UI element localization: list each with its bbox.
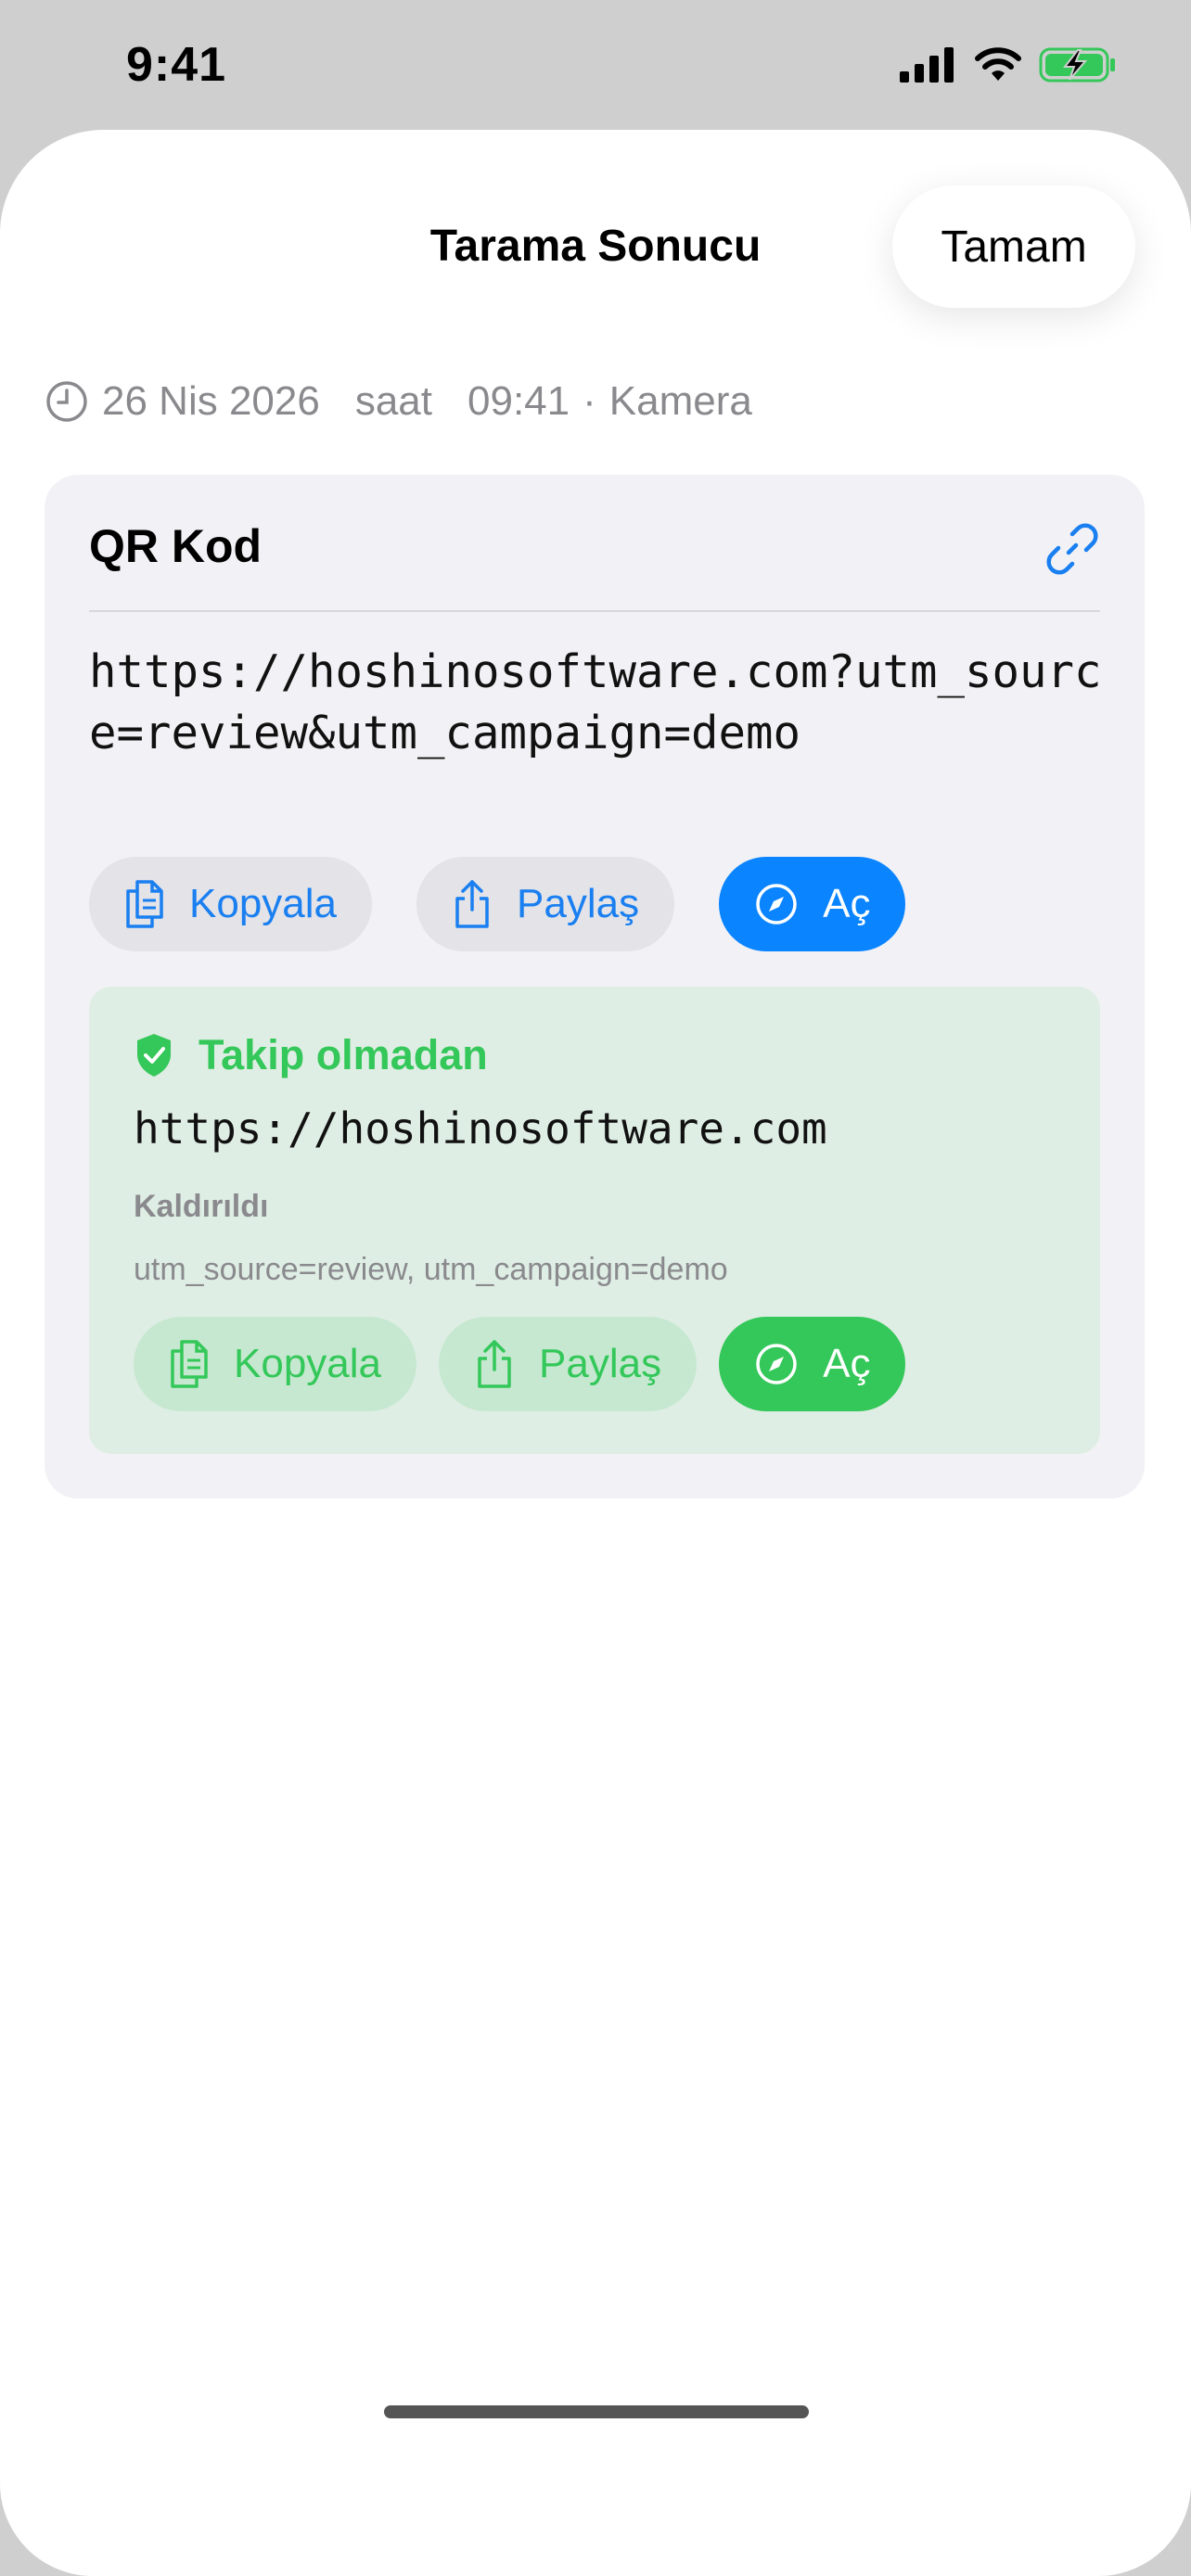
done-button[interactable]: Tamam: [892, 185, 1135, 308]
copy-label: Kopyala: [189, 881, 338, 926]
clean-open-button[interactable]: Aç: [719, 1317, 906, 1411]
open-button[interactable]: Aç: [719, 857, 906, 951]
scan-date: 26 Nis 2026: [102, 378, 320, 424]
compass-icon: [756, 884, 797, 925]
scan-at: saat: [354, 378, 432, 424]
card-actions: Kopyala Paylaş Aç: [89, 857, 906, 951]
status-time: 9:41: [126, 38, 227, 92]
clean-actions: Kopyala Paylaş Aç: [134, 1317, 906, 1411]
copy-button[interactable]: Kopyala: [89, 857, 373, 951]
clean-heading-label: Takip olmadan: [198, 1031, 488, 1078]
clean-share-label: Paylaş: [539, 1341, 662, 1386]
status-icons: [900, 46, 1117, 83]
battery-charging-icon: [1039, 47, 1115, 83]
scanned-url: https://hoshinosoftware.com?utm_source=r…: [89, 645, 1102, 759]
clean-heading: Takip olmadan: [134, 1031, 488, 1079]
clean-copy-button[interactable]: Kopyala: [134, 1317, 417, 1411]
status-bar: 9:41: [0, 0, 1191, 130]
copy-icon: [126, 880, 163, 928]
compass-icon: [756, 1344, 797, 1384]
copy-icon: [171, 1340, 208, 1388]
open-label: Aç: [823, 881, 871, 926]
signal-icon: [900, 47, 954, 83]
wifi-icon: [975, 47, 1021, 81]
home-indicator: [384, 2405, 809, 2418]
scan-result-card: QR Kod https://hoshinosoftware.com?utm_s…: [45, 475, 1145, 1498]
share-icon: [455, 880, 489, 928]
clean-url-panel: Takip olmadan https://hoshinosoftware.co…: [89, 987, 1100, 1454]
scan-meta: 26 Nis 2026 saat 09:41 · Kamera: [45, 378, 752, 425]
card-title: QR Kod: [89, 520, 263, 572]
scan-source: Kamera: [608, 378, 752, 424]
removed-params: utm_source=review, utm_campaign=demo: [134, 1252, 728, 1287]
clean-share-button[interactable]: Paylaş: [439, 1317, 698, 1411]
clean-open-label: Aç: [823, 1341, 871, 1386]
meta-separator: ·: [583, 378, 596, 424]
link-icon[interactable]: [1044, 521, 1100, 577]
share-button[interactable]: Paylaş: [416, 857, 675, 951]
share-icon: [478, 1340, 511, 1388]
scan-time: 09:41: [467, 378, 570, 424]
removed-label: Kaldırıldı: [134, 1189, 269, 1224]
card-divider: [89, 610, 1100, 612]
clock-icon: [46, 381, 87, 422]
share-label: Paylaş: [517, 881, 640, 926]
clean-copy-label: Kopyala: [234, 1341, 382, 1386]
shield-check-icon: [137, 1034, 171, 1077]
clean-url: https://hoshinosoftware.com: [134, 1103, 827, 1154]
